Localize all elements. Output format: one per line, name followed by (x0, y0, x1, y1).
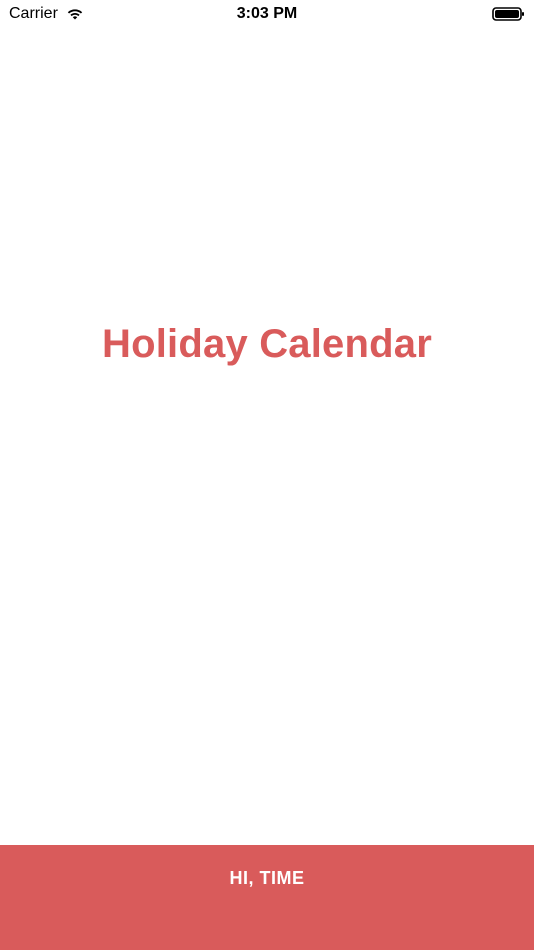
page-title: Holiday Calendar (102, 322, 432, 366)
bottom-bar: HI, TIME (0, 845, 534, 950)
status-bar: Carrier 3:03 PM (0, 0, 534, 28)
battery-icon (492, 6, 525, 22)
status-time: 3:03 PM (236, 5, 298, 22)
hi-time-button[interactable]: HI, TIME (218, 866, 317, 890)
app-screen: Carrier 3:03 PM Holiday Calendar HI, TIM… (0, 0, 534, 950)
